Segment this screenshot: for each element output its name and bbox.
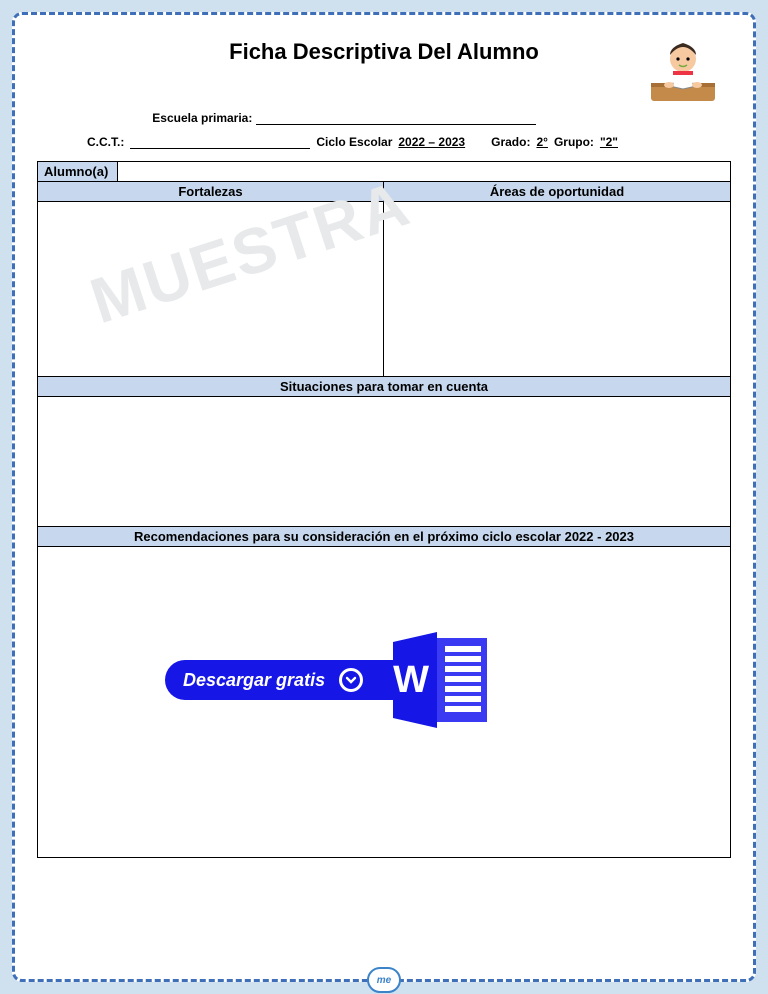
escuela-label: Escuela primaria:	[152, 111, 252, 125]
alumno-field	[118, 162, 730, 181]
cct-blank	[130, 135, 310, 149]
fortalezas-field	[38, 202, 384, 376]
header-fortalezas: Fortalezas	[38, 182, 384, 201]
grado-value: 2°	[536, 135, 547, 149]
header-situaciones: Situaciones para tomar en cuenta	[38, 377, 730, 397]
download-button[interactable]: Descargar gratis W	[165, 630, 497, 730]
grado-label: Grado:	[491, 135, 530, 149]
download-label: Descargar gratis	[183, 670, 325, 691]
document-frame: Ficha Descriptiva Del Alumno Escuela pri…	[12, 12, 756, 982]
ciclo-value: 2022 – 2023	[398, 135, 465, 149]
student-desk-icon	[643, 37, 723, 107]
page-title: Ficha Descriptiva Del Alumno	[37, 39, 731, 65]
word-file-icon: W	[387, 630, 497, 730]
escuela-blank	[256, 111, 536, 125]
chevron-down-icon	[339, 668, 363, 692]
header-recomendaciones: Recomendaciones para su consideración en…	[38, 527, 730, 547]
areas-field	[384, 202, 730, 376]
meta-block: Escuela primaria: C.C.T.: Ciclo Escolar …	[37, 111, 731, 149]
header-areas: Áreas de oportunidad	[384, 182, 730, 201]
grupo-value: "2"	[600, 135, 618, 149]
cct-label: C.C.T.:	[87, 135, 124, 149]
footer-logo: me	[367, 967, 401, 993]
ciclo-label: Ciclo Escolar	[316, 135, 392, 149]
form-table: Alumno(a) Fortalezas Áreas de oportunida…	[37, 161, 731, 858]
svg-text:W: W	[393, 659, 429, 701]
situaciones-field	[38, 397, 730, 527]
header-alumno: Alumno(a)	[38, 162, 118, 181]
grupo-label: Grupo:	[554, 135, 594, 149]
